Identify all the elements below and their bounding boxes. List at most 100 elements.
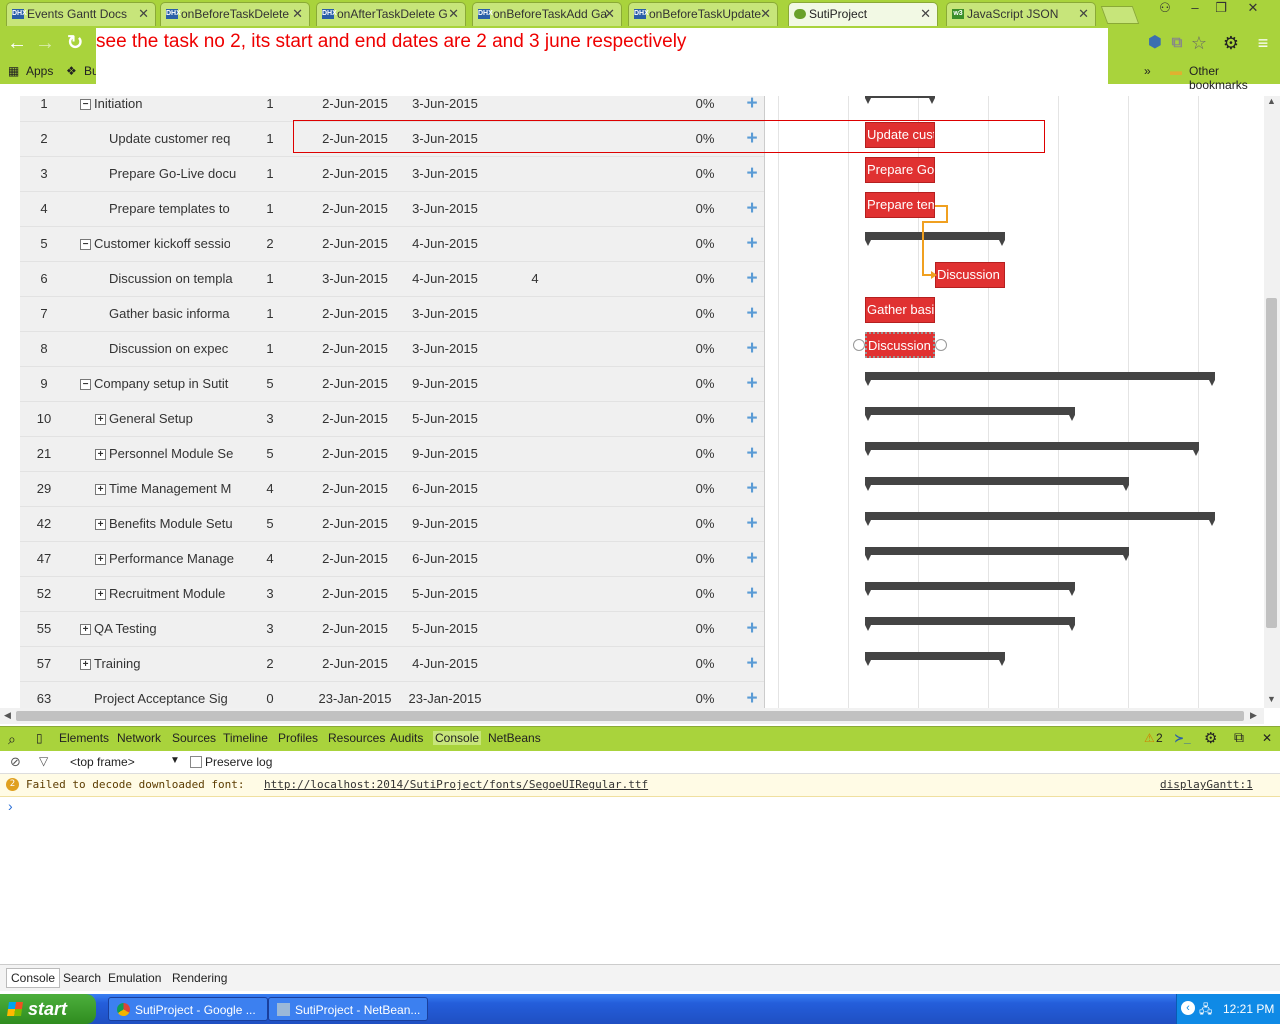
table-row[interactable]: 6 1 3-Jun-2015 4-Jun-2015 4 0% + Discussion on … bbox=[20, 262, 764, 297]
devtools-tab-resources[interactable]: Resources bbox=[328, 731, 385, 745]
task-name-cell[interactable]: − Customer kickoff sessio bbox=[80, 227, 230, 261]
add-task-button[interactable]: + bbox=[742, 577, 762, 611]
drawer-tab-console[interactable]: Console bbox=[6, 968, 61, 988]
collapse-icon[interactable]: − bbox=[80, 239, 91, 251]
table-row[interactable]: 10 3 2-Jun-2015 5-Jun-2015 0% + + General Setup bbox=[20, 402, 764, 437]
close-icon[interactable]: ✕ bbox=[138, 3, 149, 25]
add-task-button[interactable]: + bbox=[742, 96, 762, 121]
table-row[interactable]: 47 4 2-Jun-2015 6-Jun-2015 0% + + Performance M… bbox=[20, 542, 764, 577]
task-name-cell[interactable]: + General Setup bbox=[95, 402, 245, 436]
devtools-tab-profiles[interactable]: Profiles bbox=[278, 731, 318, 745]
task-name-cell[interactable]: + Benefits Module Setu bbox=[95, 507, 245, 541]
devtools-tab-network[interactable]: Network bbox=[117, 731, 161, 745]
devtools-tab-timeline[interactable]: Timeline bbox=[223, 731, 268, 745]
tab-onbeforetaskupdate[interactable]: DHX onBeforeTaskUpdate ✕ bbox=[628, 2, 778, 26]
scroll-down-arrow-icon[interactable]: ▼ bbox=[1267, 694, 1276, 704]
tab-sutiproject[interactable]: SutiProject ✕ bbox=[788, 2, 938, 26]
horizontal-scrollbar-thumb[interactable] bbox=[16, 711, 1244, 721]
expand-icon[interactable]: + bbox=[95, 519, 106, 531]
table-row[interactable]: 5 2 2-Jun-2015 4-Jun-2015 0% + − Customer kicko… bbox=[20, 227, 764, 262]
network-icon[interactable]: 🖧 bbox=[1199, 994, 1212, 1024]
devtools-tab-elements[interactable]: Elements bbox=[59, 731, 109, 745]
back-icon[interactable]: ← bbox=[4, 30, 30, 56]
inspect-search-icon[interactable]: ⌕ bbox=[8, 731, 16, 748]
expand-icon[interactable]: + bbox=[95, 589, 106, 601]
devtools-tab-netbeans[interactable]: NetBeans bbox=[488, 731, 541, 745]
task-name-cell[interactable]: + Training bbox=[80, 647, 230, 681]
clear-console-icon[interactable]: ⊘ bbox=[10, 754, 21, 770]
devtools-close-icon[interactable]: ✕ bbox=[1262, 731, 1272, 745]
close-icon[interactable]: ✕ bbox=[920, 3, 931, 25]
preserve-log-checkbox[interactable] bbox=[190, 756, 202, 768]
devtools-settings-gear-icon[interactable]: ⚙ bbox=[1204, 729, 1217, 747]
add-task-button[interactable]: + bbox=[742, 367, 762, 401]
task-name-cell[interactable]: + Recruitment Module bbox=[95, 577, 245, 611]
task-name-cell[interactable]: Discussion on expec bbox=[109, 332, 259, 366]
scroll-left-arrow-icon[interactable]: ◀ bbox=[4, 710, 11, 721]
expand-icon[interactable]: + bbox=[80, 624, 91, 636]
taskbar-item-chrome[interactable]: SutiProject - Google ... bbox=[108, 997, 268, 1021]
task-name-cell[interactable]: Project Acceptance Sig bbox=[94, 682, 244, 708]
add-task-button[interactable]: + bbox=[742, 262, 762, 296]
task-name-cell[interactable]: − Company setup in Sutit bbox=[80, 367, 230, 401]
restore-icon[interactable]: ❐ bbox=[1208, 0, 1234, 18]
tab-javascript-json[interactable]: w3 JavaScript JSON ✕ bbox=[946, 2, 1096, 26]
task-name-cell[interactable]: Gather basic informa bbox=[109, 297, 259, 331]
expand-icon[interactable]: + bbox=[95, 484, 106, 496]
tab-onaftertaskdelete[interactable]: DHX onAfterTaskDelete G ✕ bbox=[316, 2, 466, 26]
warning-icon[interactable]: ⚠ bbox=[1144, 731, 1155, 745]
task-name-cell[interactable]: + Time Management M bbox=[95, 472, 245, 506]
new-tab-button[interactable] bbox=[1100, 6, 1140, 24]
task-name-cell[interactable]: Discussion on templa bbox=[109, 262, 259, 296]
devtools-tab-console[interactable]: Console bbox=[433, 731, 482, 745]
add-task-button[interactable]: + bbox=[742, 297, 762, 331]
expand-icon[interactable]: + bbox=[95, 449, 106, 461]
warning-count[interactable]: 2 bbox=[1156, 731, 1163, 745]
add-task-button[interactable]: + bbox=[742, 192, 762, 226]
message-url-link[interactable]: http://localhost:2014/SutiProject/fonts/… bbox=[264, 778, 648, 791]
devtools-tab-audits[interactable]: Audits bbox=[390, 731, 423, 745]
table-row[interactable]: 7 1 2-Jun-2015 3-Jun-2015 0% + Gather basic in… bbox=[20, 297, 764, 332]
apps-icon[interactable]: ▦ bbox=[8, 64, 19, 78]
start-button[interactable]: start bbox=[0, 994, 96, 1024]
task-name-cell[interactable]: Prepare templates to bbox=[109, 192, 259, 226]
scroll-up-arrow-icon[interactable]: ▲ bbox=[1267, 96, 1276, 106]
close-icon[interactable]: ✕ bbox=[292, 3, 303, 25]
task-name-cell[interactable]: Prepare Go-Live docu bbox=[109, 157, 259, 191]
table-row[interactable]: 42 5 2-Jun-2015 9-Jun-2015 0% + + Benefits Modu… bbox=[20, 507, 764, 542]
minimize-icon[interactable]: – bbox=[1182, 0, 1208, 18]
dock-side-icon[interactable]: ⧉ bbox=[1234, 729, 1244, 746]
drawer-tab-emulation[interactable]: Emulation bbox=[108, 971, 161, 985]
console-prompt[interactable]: › bbox=[8, 798, 13, 814]
taskbar-item-netbeans[interactable]: SutiProject - NetBean... bbox=[268, 997, 428, 1021]
table-row[interactable]: 21 5 2-Jun-2015 9-Jun-2015 0% + + Personnel Mod… bbox=[20, 437, 764, 472]
table-row[interactable]: 3 1 2-Jun-2015 3-Jun-2015 0% + Prepare Go-Live… bbox=[20, 157, 764, 192]
window-close-icon[interactable]: ✕ bbox=[1240, 0, 1266, 18]
add-task-button[interactable]: + bbox=[742, 612, 762, 646]
add-task-button[interactable]: + bbox=[742, 332, 762, 366]
table-row[interactable]: 63 0 23-Jan-2015 23-Jan-2015 0% + Project Acce… bbox=[20, 682, 764, 708]
reload-icon[interactable]: ↻ bbox=[62, 30, 88, 56]
drawer-tab-search[interactable]: Search bbox=[63, 971, 101, 985]
add-task-button[interactable]: + bbox=[742, 682, 762, 708]
frame-selector[interactable]: <top frame> bbox=[70, 755, 135, 769]
table-row[interactable]: 55 3 2-Jun-2015 5-Jun-2015 0% + + QA Testing bbox=[20, 612, 764, 647]
close-icon[interactable]: ✕ bbox=[604, 3, 615, 25]
tray-expand-icon[interactable]: ‹ bbox=[1181, 1001, 1195, 1015]
add-task-button[interactable]: + bbox=[742, 472, 762, 506]
task-name-cell[interactable]: + QA Testing bbox=[80, 612, 230, 646]
tab-onbeforetaskadd[interactable]: DHX onBeforeTaskAdd Ga ✕ bbox=[472, 2, 622, 26]
message-source-link[interactable]: displayGantt:1 bbox=[1160, 778, 1253, 791]
dependency-link[interactable] bbox=[765, 96, 1241, 708]
drawer-tab-rendering[interactable]: Rendering bbox=[172, 971, 227, 985]
menu-icon[interactable]: ≡ bbox=[1250, 30, 1276, 56]
collapse-icon[interactable]: − bbox=[80, 379, 91, 391]
bookmarks-overflow-chevron[interactable]: » bbox=[1144, 64, 1151, 78]
table-row[interactable]: 1 1 2-Jun-2015 3-Jun-2015 0% + − Initiation bbox=[20, 96, 764, 122]
table-row[interactable]: 4 1 2-Jun-2015 3-Jun-2015 0% + Prepare templat… bbox=[20, 192, 764, 227]
table-row[interactable]: 29 4 2-Jun-2015 6-Jun-2015 0% + + Time Manageme… bbox=[20, 472, 764, 507]
add-task-button[interactable]: + bbox=[742, 227, 762, 261]
task-name-cell[interactable]: + Personnel Module Se bbox=[95, 437, 245, 471]
filter-icon[interactable]: ▽ bbox=[39, 754, 48, 768]
add-task-button[interactable]: + bbox=[742, 542, 762, 576]
